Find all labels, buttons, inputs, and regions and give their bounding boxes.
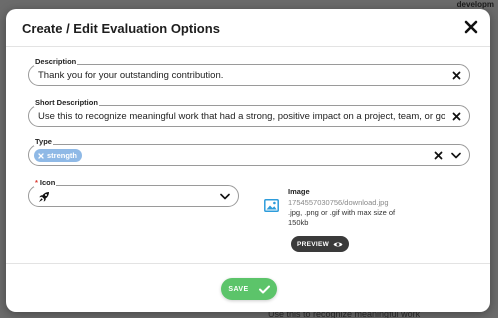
image-hint: .jpg, .png or .gif with max size of 150k… <box>288 208 396 227</box>
description-label: Description <box>34 57 78 66</box>
clear-short-description-icon[interactable] <box>452 112 461 121</box>
close-icon[interactable] <box>462 18 480 36</box>
icon-label-text: Icon <box>39 178 56 187</box>
image-filename: 1754557030756/download.jpg <box>288 198 389 207</box>
description-value: Thank you for your outstanding contribut… <box>38 70 224 81</box>
rocket-icon <box>39 192 49 202</box>
type-tag-strength: strength <box>34 149 82 162</box>
required-mark: * <box>35 178 38 187</box>
icon-select[interactable] <box>28 185 239 207</box>
preview-label: PREVIEW <box>296 240 330 248</box>
modal-header: Create / Edit Evaluation Options <box>6 9 490 47</box>
chevron-down-icon[interactable] <box>451 152 461 159</box>
preview-button[interactable]: PREVIEW <box>291 236 349 252</box>
clear-type-icon[interactable] <box>434 151 443 160</box>
short-description-input[interactable]: Use this to recognize meaningful work th… <box>28 105 470 127</box>
save-label: SAVE <box>228 285 249 293</box>
evaluation-options-modal: Create / Edit Evaluation Options Thank y… <box>6 9 490 312</box>
short-description-label: Short Description <box>34 98 99 107</box>
icon-chevron-down-icon[interactable] <box>220 193 230 200</box>
icon-label: * Icon <box>34 178 57 187</box>
image-title: Image <box>288 187 310 196</box>
description-input[interactable]: Thank you for your outstanding contribut… <box>28 64 470 86</box>
type-select[interactable]: strength <box>28 144 470 166</box>
type-tag-label: strength <box>47 151 77 160</box>
modal-title: Create / Edit Evaluation Options <box>22 21 220 36</box>
short-description-value: Use this to recognize meaningful work th… <box>38 111 445 122</box>
type-label: Type <box>34 137 53 146</box>
footer-divider <box>6 263 490 264</box>
image-icon[interactable] <box>264 199 279 212</box>
save-button[interactable]: SAVE <box>221 278 277 300</box>
clear-description-icon[interactable] <box>452 71 461 80</box>
eye-icon <box>333 241 343 247</box>
remove-tag-icon[interactable] <box>38 152 44 159</box>
check-icon <box>258 285 270 293</box>
background-text-corner: developm <box>456 0 494 9</box>
